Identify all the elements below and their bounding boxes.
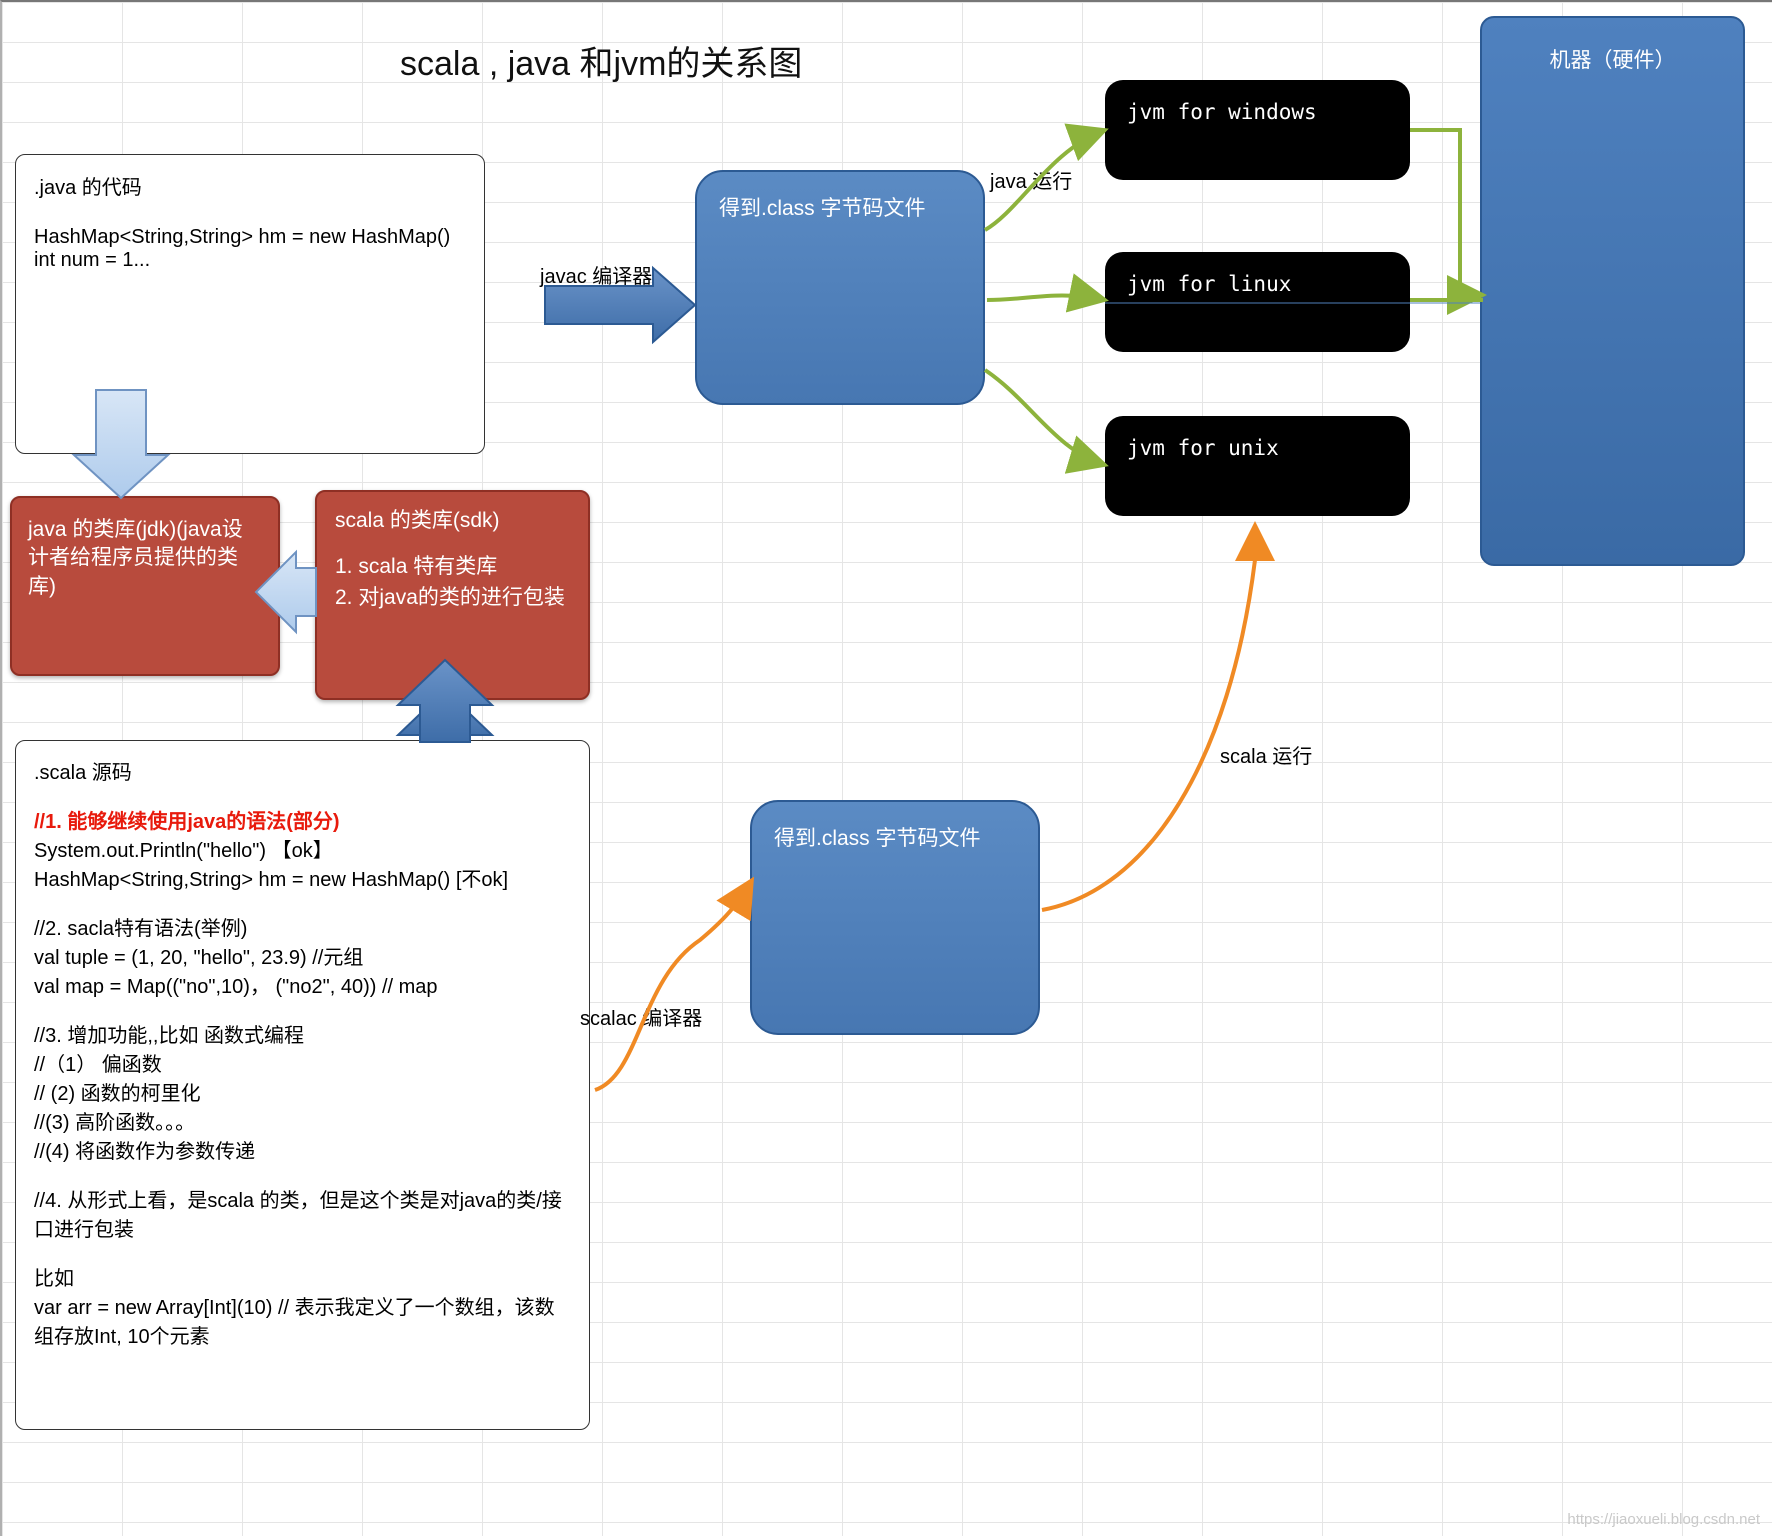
- java-run-label: java 运行: [990, 165, 1072, 194]
- scala-line: HashMap<String,String> hm = new HashMap(…: [34, 866, 571, 895]
- machine-hardware-box: 机器（硬件）: [1480, 16, 1745, 566]
- scala-line: //(3) 高阶函数。。。: [34, 1109, 571, 1138]
- sdk-header: scala 的类库(sdk): [335, 506, 570, 536]
- java-source-line: HashMap<String,String> hm = new HashMap(…: [34, 226, 466, 249]
- jdk-box: java 的类库(jdk)(java设计者给程序员提供的类库): [10, 496, 280, 676]
- class-file-box-java: 得到.class 字节码文件: [695, 170, 985, 405]
- scala-sdk-box: scala 的类库(sdk) 1. scala 特有类库 2. 对java的类的…: [315, 490, 590, 700]
- sdk-line: 1. scala 特有类库: [335, 552, 570, 582]
- scala-line: var arr = new Array[Int](10) // 表示我定义了一个…: [34, 1294, 571, 1352]
- scala-line: // (2) 函数的柯里化: [34, 1080, 571, 1109]
- scala-line: val map = Map(("no",10)， ("no2", 40)) //…: [34, 973, 571, 1002]
- scalac-label: scalac 编译器: [580, 1002, 702, 1031]
- scala-section-3-title: //3. 增加功能,,比如 函数式编程: [34, 1022, 571, 1051]
- java-source-header: .java 的代码: [34, 171, 466, 200]
- scala-section-4-title: //4. 从形式上看，是scala 的类，但是这个类是对java的类/接口进行包…: [34, 1187, 571, 1245]
- scala-run-label: scala 运行: [1220, 740, 1312, 769]
- jvm-unix-box: jvm for unix: [1105, 416, 1410, 516]
- jvm-linux-box: jvm for linux: [1105, 252, 1410, 352]
- scala-line: System.out.Println("hello") 【ok】: [34, 837, 571, 866]
- scala-source-box: .scala 源码 //1. 能够继续使用java的语法(部分) System.…: [15, 740, 590, 1430]
- scala-line: //(4) 将函数作为参数传递: [34, 1138, 571, 1167]
- diagram-title: scala , java 和jvm的关系图: [400, 36, 802, 85]
- class-file-box-scala: 得到.class 字节码文件: [750, 800, 1040, 1035]
- watermark: https://jiaoxueli.blog.csdn.net: [1567, 1511, 1760, 1528]
- javac-label: javac 编译器: [540, 260, 652, 289]
- jvm-windows-box: jvm for windows: [1105, 80, 1410, 180]
- scala-line: val tuple = (1, 20, "hello", 23.9) //元组: [34, 944, 571, 973]
- scala-source-header: .scala 源码: [34, 759, 571, 788]
- scala-section-2-title: //2. sacla特有语法(举例): [34, 915, 571, 944]
- scala-line: //（1） 偏函数: [34, 1051, 571, 1080]
- scala-section-1-title: //1. 能够继续使用java的语法(部分): [34, 808, 571, 837]
- sdk-line: 2. 对java的类的进行包装: [335, 583, 570, 613]
- java-source-line: int num = 1...: [34, 249, 466, 272]
- scala-section-5-title: 比如: [34, 1265, 571, 1294]
- java-source-box: .java 的代码 HashMap<String,String> hm = ne…: [15, 154, 485, 454]
